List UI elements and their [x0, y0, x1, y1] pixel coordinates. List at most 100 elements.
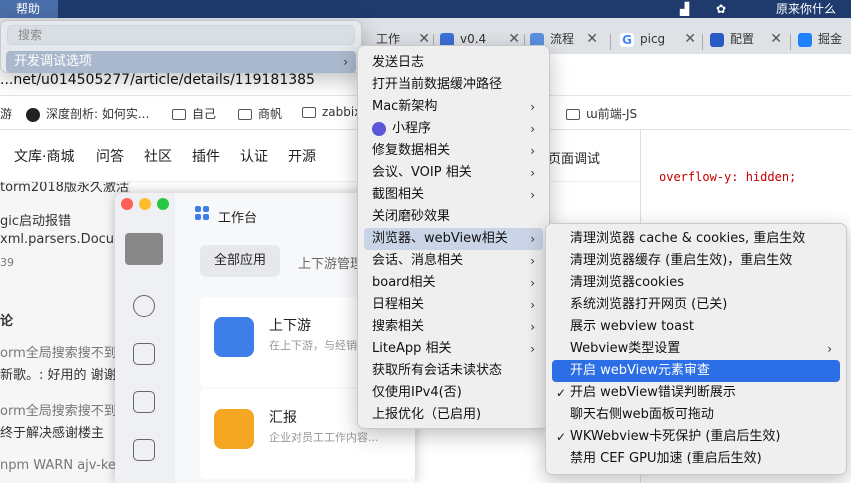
- menu-item[interactable]: 会议、VOIP 相关 ›: [364, 162, 543, 184]
- menu-item-label: 会议、VOIP 相关: [372, 165, 472, 180]
- menu-item[interactable]: 上报优化（已启用): [364, 404, 543, 426]
- menu-item-label: 开启 webView错误判断展示: [570, 385, 736, 400]
- close-icon[interactable]: ✕: [684, 26, 696, 52]
- menu-item[interactable]: Webview类型设置 ›: [552, 338, 840, 360]
- bookmark-folder[interactable]: 商帆: [238, 105, 282, 122]
- bookmark-label: zabbix: [322, 105, 362, 119]
- menu-item[interactable]: 搜索相关 ›: [364, 316, 543, 338]
- avatar[interactable]: [125, 233, 163, 265]
- minimize-window-button[interactable]: [139, 198, 151, 210]
- close-icon[interactable]: ✕: [586, 26, 598, 52]
- menu-item-debug-options[interactable]: 开发调试选项 ›: [6, 51, 356, 73]
- menu-item[interactable]: Mac新架构 ›: [364, 96, 543, 118]
- article-link[interactable]: xml.parsers.Docum: [0, 232, 127, 247]
- tab-5[interactable]: 配置 ✕: [710, 26, 782, 54]
- menu-item[interactable]: 日程相关 ›: [364, 294, 543, 316]
- menubar-right-text: 原来你什么: [776, 2, 837, 16]
- juejin-icon: [798, 32, 812, 47]
- bookmark-item[interactable]: 深度剖析: 如何实...: [26, 105, 149, 122]
- nav-item[interactable]: 社区: [144, 146, 172, 166]
- chevron-right-icon: ›: [530, 144, 535, 158]
- menu-item[interactable]: 清理浏览器 cache & cookies, 重启生效: [552, 228, 840, 250]
- wechat-icon[interactable]: ✿: [716, 0, 726, 18]
- search-input[interactable]: 搜索: [7, 25, 355, 45]
- article-link[interactable]: torm2018版永久激活方法 8196: [0, 182, 130, 195]
- menu-item-webview[interactable]: 浏览器、webView相关 ›: [364, 228, 543, 250]
- site-icon: [710, 32, 724, 47]
- zoom-window-button[interactable]: [157, 198, 169, 210]
- tab-6[interactable]: 掘金: [798, 26, 851, 54]
- menu-item[interactable]: 仅使用IPv4(否): [364, 382, 543, 404]
- menu-item-inspect-webview[interactable]: 开启 webView元素审查: [552, 360, 840, 382]
- comment-title[interactable]: npm WARN ajv-ke: [0, 458, 116, 473]
- image-icon[interactable]: [133, 439, 155, 461]
- page-debug-label[interactable]: 页面调试: [548, 148, 600, 167]
- app-status-icon[interactable]: ▟: [680, 0, 689, 18]
- menu-item[interactable]: 修复数据相关 ›: [364, 140, 543, 162]
- chevron-right-icon: ›: [530, 166, 535, 180]
- nav-item[interactable]: 插件: [192, 146, 220, 166]
- menu-item[interactable]: 清理浏览器cookies: [552, 272, 840, 294]
- document-icon[interactable]: [133, 343, 155, 365]
- chat-icon[interactable]: [133, 295, 155, 317]
- app-card-desc: 企业对员工工作内容...: [269, 431, 379, 444]
- menu-item-label: 禁用 CEF GPU加速 (重启后生效): [570, 451, 762, 466]
- tab-divider: [790, 34, 791, 50]
- google-icon: G: [620, 32, 634, 47]
- close-window-button[interactable]: [121, 198, 133, 210]
- calendar-icon[interactable]: [133, 391, 155, 413]
- tab-divider: [702, 34, 703, 50]
- menu-item[interactable]: 小程序 ›: [364, 118, 543, 140]
- menu-item-label: 开发调试选项: [14, 54, 93, 69]
- workbench-icon: [195, 206, 209, 220]
- menu-item[interactable]: LiteApp 相关 ›: [364, 338, 543, 360]
- chevron-right-icon: ›: [530, 232, 535, 246]
- tab-4[interactable]: Gpicg ✕: [620, 26, 696, 54]
- url-text[interactable]: ...net/u014505277/article/details/119181…: [0, 72, 315, 88]
- menubar-help[interactable]: 帮助: [0, 0, 58, 18]
- close-icon[interactable]: ✕: [770, 26, 782, 52]
- comment-text: 新歌。: 好用的 谢谢: [0, 368, 117, 383]
- menu-item[interactable]: 获取所有会话未读状态: [364, 360, 543, 382]
- menu-item[interactable]: ✓ 开启 webView错误判断展示: [552, 382, 840, 404]
- menu-item[interactable]: 打开当前数据缓冲路径: [364, 74, 543, 96]
- bookmark-label: 自己: [192, 107, 217, 121]
- folder-icon: [172, 109, 186, 120]
- tab-upstream[interactable]: 上下游管理: [298, 253, 363, 272]
- bookmark-folder[interactable]: ɯ前端-JS: [566, 105, 637, 122]
- comment-title[interactable]: orm全局搜索搜不到: [0, 342, 117, 361]
- menu-item[interactable]: ✓ WKWebview卡死保护 (重启后生效): [552, 426, 840, 448]
- menu-item[interactable]: 关闭磨砂效果: [364, 206, 543, 228]
- css-code-line: overflow-y: hidden;: [659, 170, 797, 184]
- article-link[interactable]: gic启动报错: [0, 210, 71, 229]
- chevron-right-icon: ›: [827, 342, 832, 356]
- menu-item-label: 上报优化（已启用): [372, 407, 482, 422]
- nav-item[interactable]: 文库·商城: [14, 146, 74, 166]
- menu-item[interactable]: board相关 ›: [364, 272, 543, 294]
- menu-item[interactable]: 截图相关 ›: [364, 184, 543, 206]
- nav-item[interactable]: 认证: [240, 146, 268, 166]
- menu-item-label: 聊天右侧web面板可拖动: [570, 407, 714, 422]
- menu-item[interactable]: 发送日志: [364, 52, 543, 74]
- folder-icon: [238, 109, 252, 120]
- help-menu: 搜索 开发调试选项 ›: [0, 20, 362, 73]
- menu-item-label: 修复数据相关: [372, 143, 451, 158]
- comments-heading: 论: [0, 314, 14, 329]
- webview-submenu: 清理浏览器 cache & cookies, 重启生效 清理浏览器缓存 (重启生…: [545, 223, 847, 475]
- comment-title[interactable]: orm全局搜索搜不到: [0, 400, 117, 419]
- menu-item[interactable]: 聊天右侧web面板可拖动: [552, 404, 840, 426]
- menu-item[interactable]: 禁用 CEF GPU加速 (重启后生效): [552, 448, 840, 470]
- nav-item[interactable]: 开源: [288, 146, 316, 166]
- tab-label: 配置: [730, 32, 755, 46]
- tab-all-apps[interactable]: 全部应用: [200, 245, 280, 277]
- menu-item[interactable]: 清理浏览器缓存 (重启生效)，重启生效: [552, 250, 840, 272]
- menu-item-label: 截图相关: [372, 187, 425, 202]
- menu-item[interactable]: 展示 webview toast: [552, 316, 840, 338]
- bookmark-folder[interactable]: 自己: [172, 105, 216, 122]
- bookmark-item[interactable]: 游: [0, 105, 12, 122]
- menu-item-label: 系统浏览器打开网页 (已关): [570, 297, 728, 312]
- menu-item[interactable]: 系统浏览器打开网页 (已关): [552, 294, 840, 316]
- bookmark-folder[interactable]: zabbix: [302, 105, 361, 119]
- nav-item[interactable]: 问答: [96, 146, 124, 166]
- menu-item[interactable]: 会话、消息相关 ›: [364, 250, 543, 272]
